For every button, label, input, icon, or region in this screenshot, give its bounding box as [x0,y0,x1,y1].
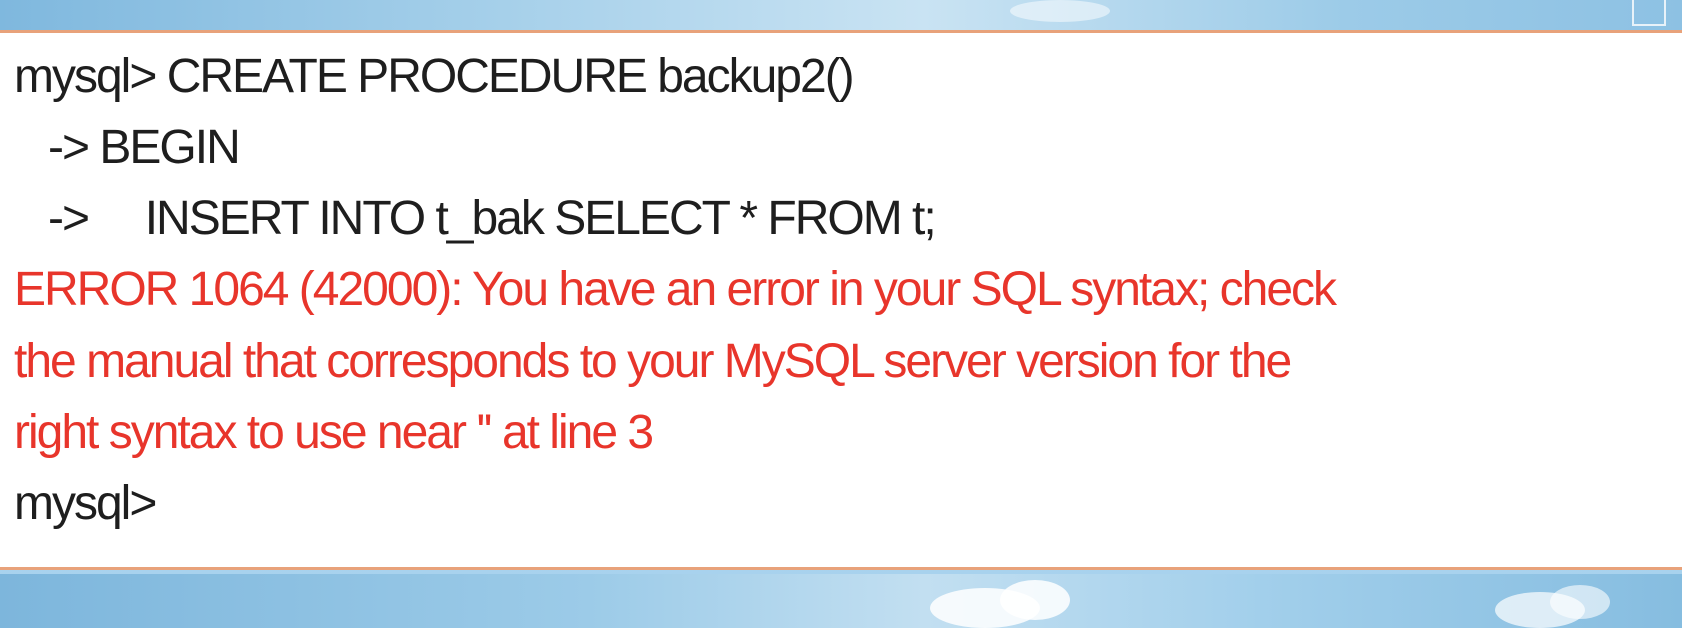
background-sky-bottom [0,574,1682,628]
error-message-line-1: ERROR 1064 (42000): You have an error in… [14,263,1337,316]
terminal-panel: mysql> CREATE PROCEDURE backup2() -> BEG… [0,30,1682,570]
error-message-line-2: the manual that corresponds to your MySQ… [14,335,1292,388]
background-sky-top [0,0,1682,30]
corner-frame-decoration [1632,0,1666,26]
cloud-decoration [1010,0,1110,22]
cloud-decoration [1000,580,1070,620]
terminal-prompt[interactable]: mysql> [14,476,157,532]
error-message-line-3: right syntax to use near '' at line 3 [14,406,654,459]
terminal-line-create-procedure: mysql> CREATE PROCEDURE backup2() [14,50,855,103]
terminal-line-insert: -> INSERT INTO t_bak SELECT * FROM t; [14,192,937,245]
terminal-line-begin: -> BEGIN [14,121,241,174]
cloud-decoration [1550,585,1610,619]
